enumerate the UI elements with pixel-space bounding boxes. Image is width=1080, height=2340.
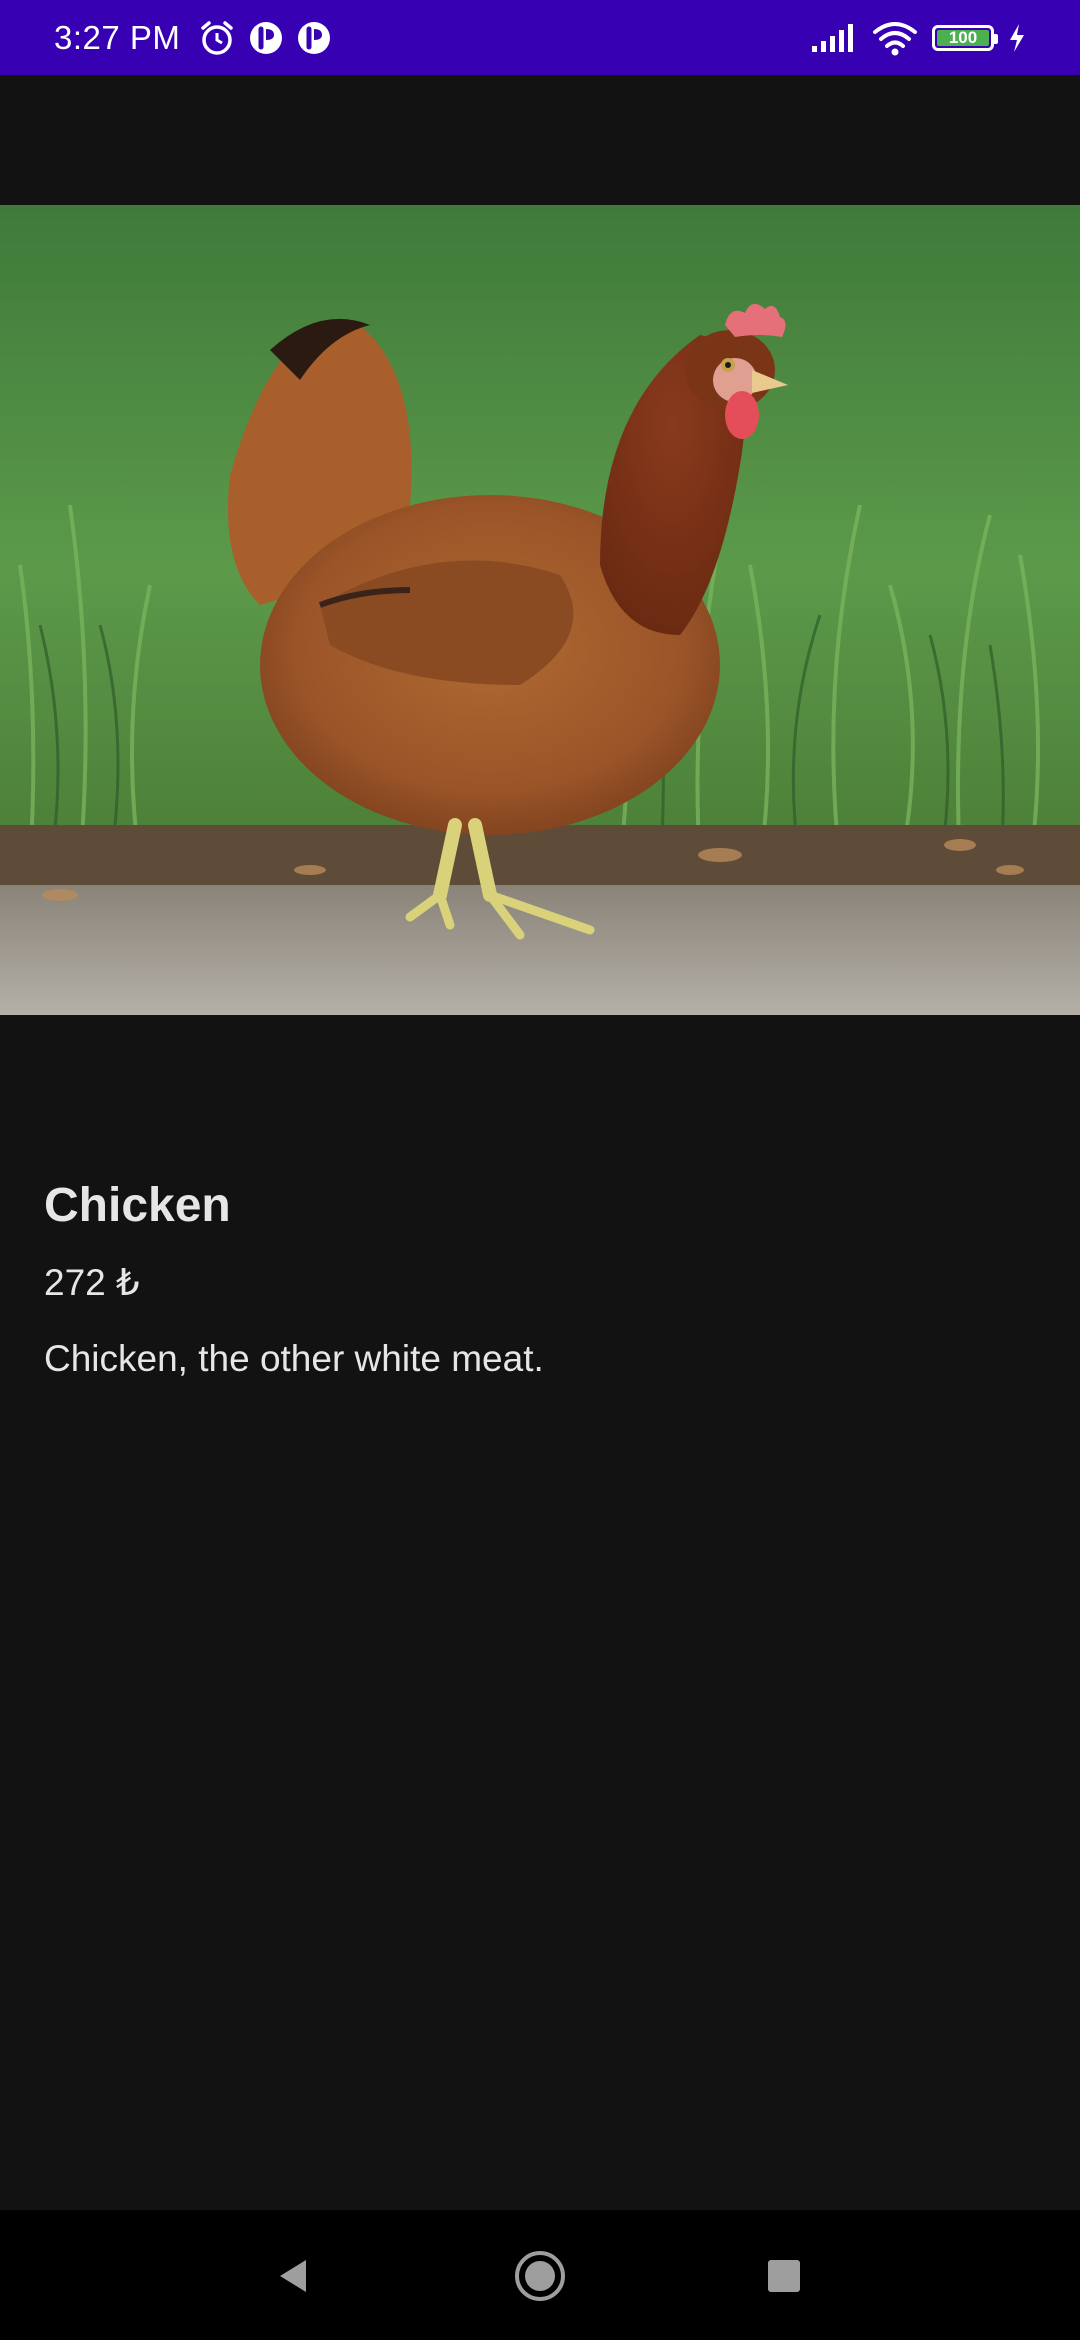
product-name: Chicken — [44, 1179, 231, 1232]
status-left: 3:27 PM — [54, 19, 332, 57]
app-notification-icon — [248, 20, 284, 56]
status-time: 3:27 PM — [54, 18, 181, 56]
recents-icon[interactable] — [756, 2248, 812, 2304]
product-details: Chicken 272 ₺ Chicken, the other white m… — [44, 1179, 1034, 1380]
product-description: Chicken, the other white meat. — [44, 1337, 544, 1379]
app-bar — [0, 75, 1080, 205]
chicken-illustration — [0, 205, 1080, 1015]
product-price: 272 ₺ — [44, 1261, 140, 1303]
system-navigation-bar — [0, 2210, 1080, 2340]
home-icon[interactable] — [512, 2248, 568, 2304]
charging-icon — [1008, 23, 1026, 53]
back-icon[interactable] — [266, 2248, 322, 2304]
app-notification-icon — [296, 20, 332, 56]
status-bar: 3:27 PM 100 — [0, 0, 1080, 75]
battery-icon: 100 — [932, 24, 998, 51]
product-image — [0, 205, 1080, 1015]
signal-icon — [810, 22, 858, 54]
status-right: 100 — [810, 20, 1026, 56]
alarm-icon — [198, 19, 236, 57]
battery-level-text: 100 — [948, 27, 978, 47]
wifi-icon — [872, 20, 918, 56]
